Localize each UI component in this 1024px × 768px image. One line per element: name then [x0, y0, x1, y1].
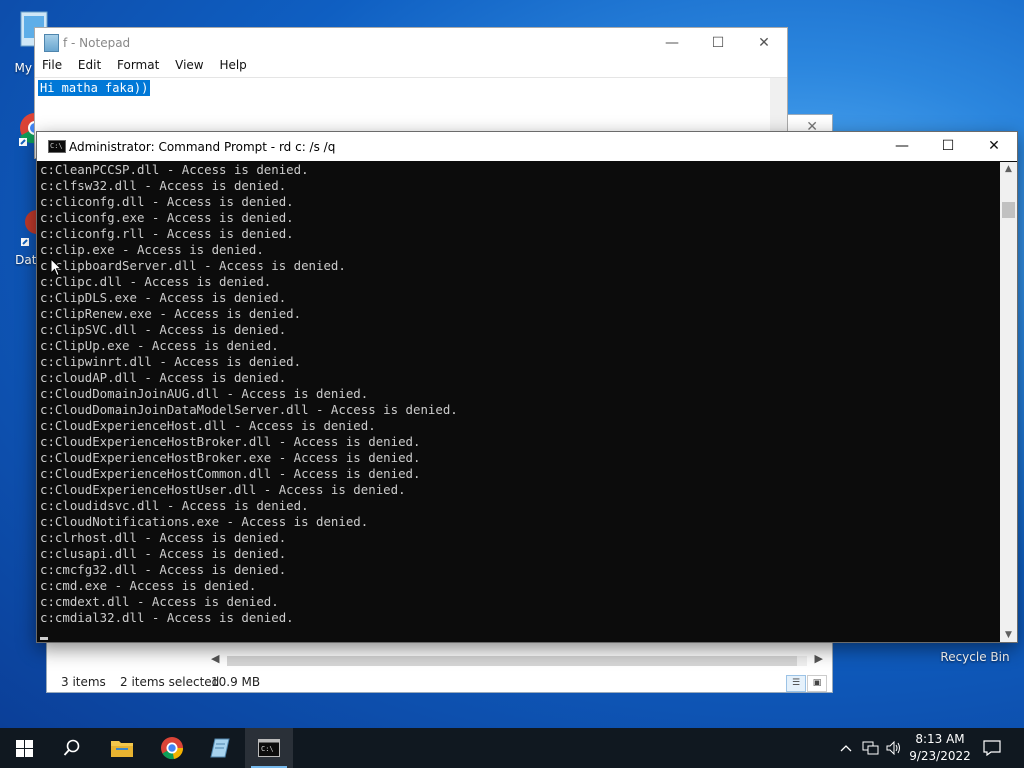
vertical-scrollbar[interactable]: ▲ ▼: [1000, 162, 1017, 642]
notification-icon: [983, 740, 1001, 756]
scrollbar-thumb[interactable]: [1002, 202, 1015, 218]
console-line: c:ClipSVC.dll - Access is denied.: [40, 322, 287, 337]
chevron-right-icon[interactable]: ▶: [815, 652, 823, 665]
status-selected-count: 2 items selected: [120, 675, 220, 689]
mouse-pointer-icon: [50, 258, 62, 277]
console-line: c:CloudExperienceHost.dll - Access is de…: [40, 418, 376, 433]
close-button[interactable]: ✕: [741, 28, 787, 58]
notepad-icon: [210, 738, 230, 758]
volume-button[interactable]: [884, 728, 906, 768]
network-icon: [862, 741, 879, 755]
horizontal-scrollbar[interactable]: ◀ ▶: [207, 652, 827, 669]
console-line: c:CloudExperienceHostBroker.dll - Access…: [40, 434, 421, 449]
minimize-button[interactable]: —: [879, 132, 925, 161]
windows-logo-icon: [15, 739, 33, 757]
chevron-up-icon[interactable]: ▲: [1000, 164, 1017, 174]
notepad-icon: [44, 34, 59, 52]
taskbar-notepad[interactable]: [196, 728, 244, 768]
console-line: c:cliconfg.rll - Access is denied.: [40, 226, 294, 241]
console-line: c:CloudExperienceHostBroker.exe - Access…: [40, 450, 421, 465]
selected-text[interactable]: Hi matha faka)): [38, 80, 151, 96]
start-button[interactable]: [0, 728, 48, 768]
console-line: c:CloudExperienceHostCommon.dll - Access…: [40, 466, 421, 481]
clock-date: 9/23/2022: [909, 749, 971, 763]
menu-format[interactable]: Format: [105, 58, 159, 72]
text-cursor: [40, 637, 48, 640]
console-line: c:cliconfg.dll - Access is denied.: [40, 194, 294, 209]
maximize-button[interactable]: ☐: [925, 132, 971, 161]
large-icons-view-icon[interactable]: ▣: [807, 675, 827, 692]
taskbar-command-prompt[interactable]: C:\: [245, 728, 293, 768]
menu-edit[interactable]: Edit: [66, 58, 101, 72]
show-hidden-icons-button[interactable]: [836, 728, 856, 768]
status-item-count: 3 items: [61, 675, 106, 689]
network-button[interactable]: [860, 728, 882, 768]
console-line: c:CloudExperienceHostUser.dll - Access i…: [40, 482, 406, 497]
taskbar-chrome[interactable]: [148, 728, 196, 768]
cmd-icon: C:\: [258, 739, 280, 757]
chrome-icon: [161, 737, 184, 760]
folder-icon: [111, 741, 133, 757]
close-button[interactable]: ✕: [971, 132, 1017, 161]
clock-time: 8:13 AM: [915, 732, 965, 746]
command-prompt-window[interactable]: C:\ Administrator: Command Prompt - rd c…: [36, 131, 1018, 643]
console-line: c:Clipc.dll - Access is denied.: [40, 274, 272, 289]
console-line: c:cmdext.dll - Access is denied.: [40, 594, 279, 609]
taskbar-file-explorer[interactable]: [98, 728, 146, 768]
console-line: c:CloudDomainJoinDataModelServer.dll - A…: [40, 402, 458, 417]
console-line: c:cliconfg.exe - Access is denied.: [40, 210, 294, 225]
menu-help[interactable]: Help: [207, 58, 246, 72]
cmd-title: Administrator: Command Prompt - rd c: /s…: [69, 140, 336, 154]
console-line: c:clfsw32.dll - Access is denied.: [40, 178, 287, 193]
taskbar-clock[interactable]: 8:13 AM 9/23/2022: [905, 731, 975, 765]
action-center-button[interactable]: [980, 728, 1004, 768]
console-line: c:clip.exe - Access is denied.: [40, 242, 264, 257]
console-line: c:cloudidsvc.dll - Access is denied.: [40, 498, 309, 513]
status-bar: 3 items 2 items selected 10.9 MB ☰ ▣: [47, 670, 832, 692]
search-button[interactable]: [48, 728, 96, 768]
chevron-down-icon[interactable]: ▼: [1000, 630, 1017, 640]
console-output[interactable]: c:CleanPCCSP.dll - Access is denied. c:cl…: [40, 162, 998, 641]
cmd-titlebar[interactable]: C:\ Administrator: Command Prompt - rd c…: [37, 132, 1017, 161]
console-line: c:cloudAP.dll - Access is denied.: [40, 370, 287, 385]
console-line: c:CloudDomainJoinAUG.dll - Access is den…: [40, 386, 369, 401]
console-line: c:CleanPCCSP.dll - Access is denied.: [40, 162, 309, 177]
scrollbar-thumb[interactable]: [227, 656, 797, 666]
console-line: c:clipboardServer.dll - Access is denied…: [40, 258, 346, 273]
volume-icon: [886, 741, 900, 755]
menu-file[interactable]: File: [35, 58, 62, 72]
taskbar: C:\ 8:13 AM 9/23/2022: [0, 728, 1024, 768]
console-line: c:cmd.exe - Access is denied.: [40, 578, 257, 593]
minimize-button[interactable]: —: [649, 28, 695, 58]
search-icon: [63, 739, 80, 756]
status-selected-size: 10.9 MB: [211, 675, 261, 689]
console-line: c:ClipRenew.exe - Access is denied.: [40, 306, 302, 321]
menu-view[interactable]: View: [163, 58, 203, 72]
notepad-titlebar[interactable]: f - Notepad — ☐ ✕: [35, 28, 787, 58]
maximize-button[interactable]: ☐: [695, 28, 741, 58]
cmd-icon: C:\: [48, 140, 66, 153]
console-line: c:ClipUp.exe - Access is denied.: [40, 338, 279, 353]
console-line: c:clipwinrt.dll - Access is denied.: [40, 354, 302, 369]
console-line: c:clusapi.dll - Access is denied.: [40, 546, 287, 561]
console-line: c:CloudNotifications.exe - Access is den…: [40, 514, 369, 529]
notepad-menubar: File Edit Format View Help: [35, 58, 247, 77]
console-line: c:ClipDLS.exe - Access is denied.: [40, 290, 287, 305]
console-line: c:cmdial32.dll - Access is denied.: [40, 610, 294, 625]
console-line: c:clrhost.dll - Access is denied.: [40, 530, 287, 545]
desktop-icon-label: Recycle Bin: [940, 650, 1010, 664]
console-line: c:cmcfg32.dll - Access is denied.: [40, 562, 287, 577]
notepad-title: f - Notepad: [63, 36, 131, 50]
details-view-icon[interactable]: ☰: [786, 675, 806, 692]
chevron-left-icon[interactable]: ◀: [211, 652, 219, 665]
svg-text:C:\: C:\: [261, 745, 274, 753]
chevron-up-icon: [840, 745, 852, 752]
